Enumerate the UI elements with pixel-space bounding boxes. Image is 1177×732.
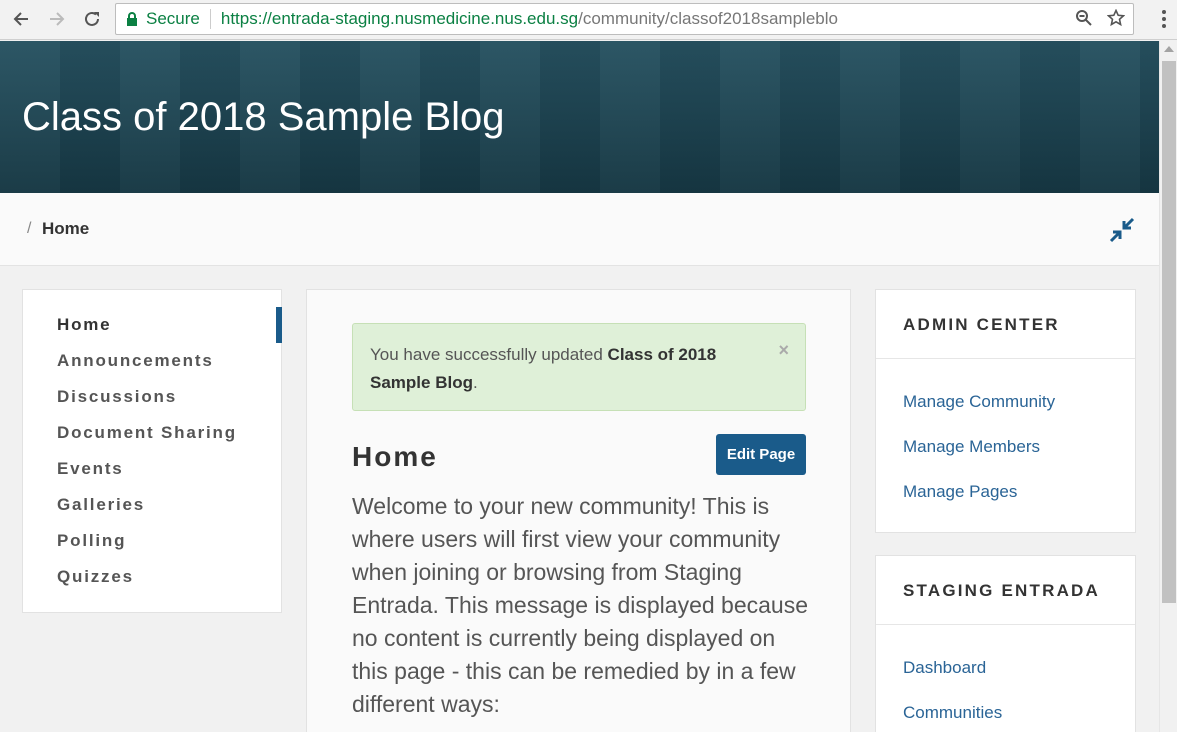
url-path: /community/classof2018sampleblo — [578, 9, 838, 28]
scrollbar[interactable] — [1159, 41, 1177, 732]
browser-menu-icon[interactable] — [1161, 8, 1167, 35]
nav-item-polling[interactable]: Polling — [57, 531, 126, 551]
manage-pages-link[interactable]: Manage Pages — [903, 482, 1017, 502]
nav-item-home[interactable]: Home — [57, 315, 111, 335]
edit-page-button[interactable]: Edit Page — [716, 434, 806, 475]
success-alert: You have successfully updated Class of 2… — [352, 323, 806, 411]
breadcrumb-current: Home — [42, 219, 90, 238]
communities-link[interactable]: Communities — [903, 703, 1002, 723]
lock-icon — [126, 10, 140, 28]
active-indicator — [276, 307, 282, 343]
forward-icon[interactable] — [44, 6, 70, 32]
browser-toolbar: Secure https://entrada-staging.nusmedici… — [0, 0, 1177, 40]
dashboard-link[interactable]: Dashboard — [903, 658, 986, 678]
nav-item-galleries[interactable]: Galleries — [57, 495, 145, 515]
address-bar[interactable]: Secure https://entrada-staging.nusmedici… — [115, 3, 1134, 35]
manage-members-link[interactable]: Manage Members — [903, 437, 1040, 457]
reload-icon[interactable] — [79, 6, 105, 32]
close-icon[interactable]: × — [778, 336, 789, 364]
breadcrumb: / Home — [0, 193, 1159, 266]
zoom-icon[interactable] — [1075, 9, 1093, 32]
nav-item-announcements[interactable]: Announcements — [57, 351, 214, 371]
community-title: Class of 2018 Sample Blog — [22, 95, 505, 139]
main-content: You have successfully updated Class of 2… — [306, 289, 851, 732]
scrollbar-thumb[interactable] — [1162, 61, 1176, 603]
scroll-up-icon[interactable] — [1164, 46, 1174, 52]
alert-text-suffix: . — [472, 373, 478, 392]
page-title: Home — [352, 441, 438, 472]
community-nav: Home Announcements Discussions Document … — [22, 289, 282, 613]
nav-item-document-sharing[interactable]: Document Sharing — [57, 423, 237, 443]
welcome-text: Welcome to your new community! This is w… — [352, 493, 809, 717]
breadcrumb-separator: / — [27, 220, 32, 237]
back-icon[interactable] — [8, 6, 34, 32]
staging-entrada-panel: STAGING ENTRADA Dashboard Communities — [875, 555, 1136, 732]
alert-text-prefix: You have successfully updated — [370, 345, 608, 364]
nav-item-quizzes[interactable]: Quizzes — [57, 567, 134, 587]
url-host: https://entrada-staging.nusmedicine.nus.… — [220, 9, 579, 28]
collapse-icon[interactable] — [1109, 217, 1135, 243]
nav-item-discussions[interactable]: Discussions — [57, 387, 177, 407]
manage-community-link[interactable]: Manage Community — [903, 392, 1055, 412]
staging-entrada-title: STAGING ENTRADA — [876, 556, 1135, 625]
community-banner: Class of 2018 Sample Blog — [0, 41, 1159, 193]
bookmark-star-icon[interactable] — [1106, 8, 1126, 32]
admin-center-title: ADMIN CENTER — [876, 290, 1135, 359]
admin-center-panel: ADMIN CENTER Manage Community Manage Mem… — [875, 289, 1136, 533]
nav-item-events[interactable]: Events — [57, 459, 124, 479]
secure-label: Secure — [146, 9, 200, 28]
